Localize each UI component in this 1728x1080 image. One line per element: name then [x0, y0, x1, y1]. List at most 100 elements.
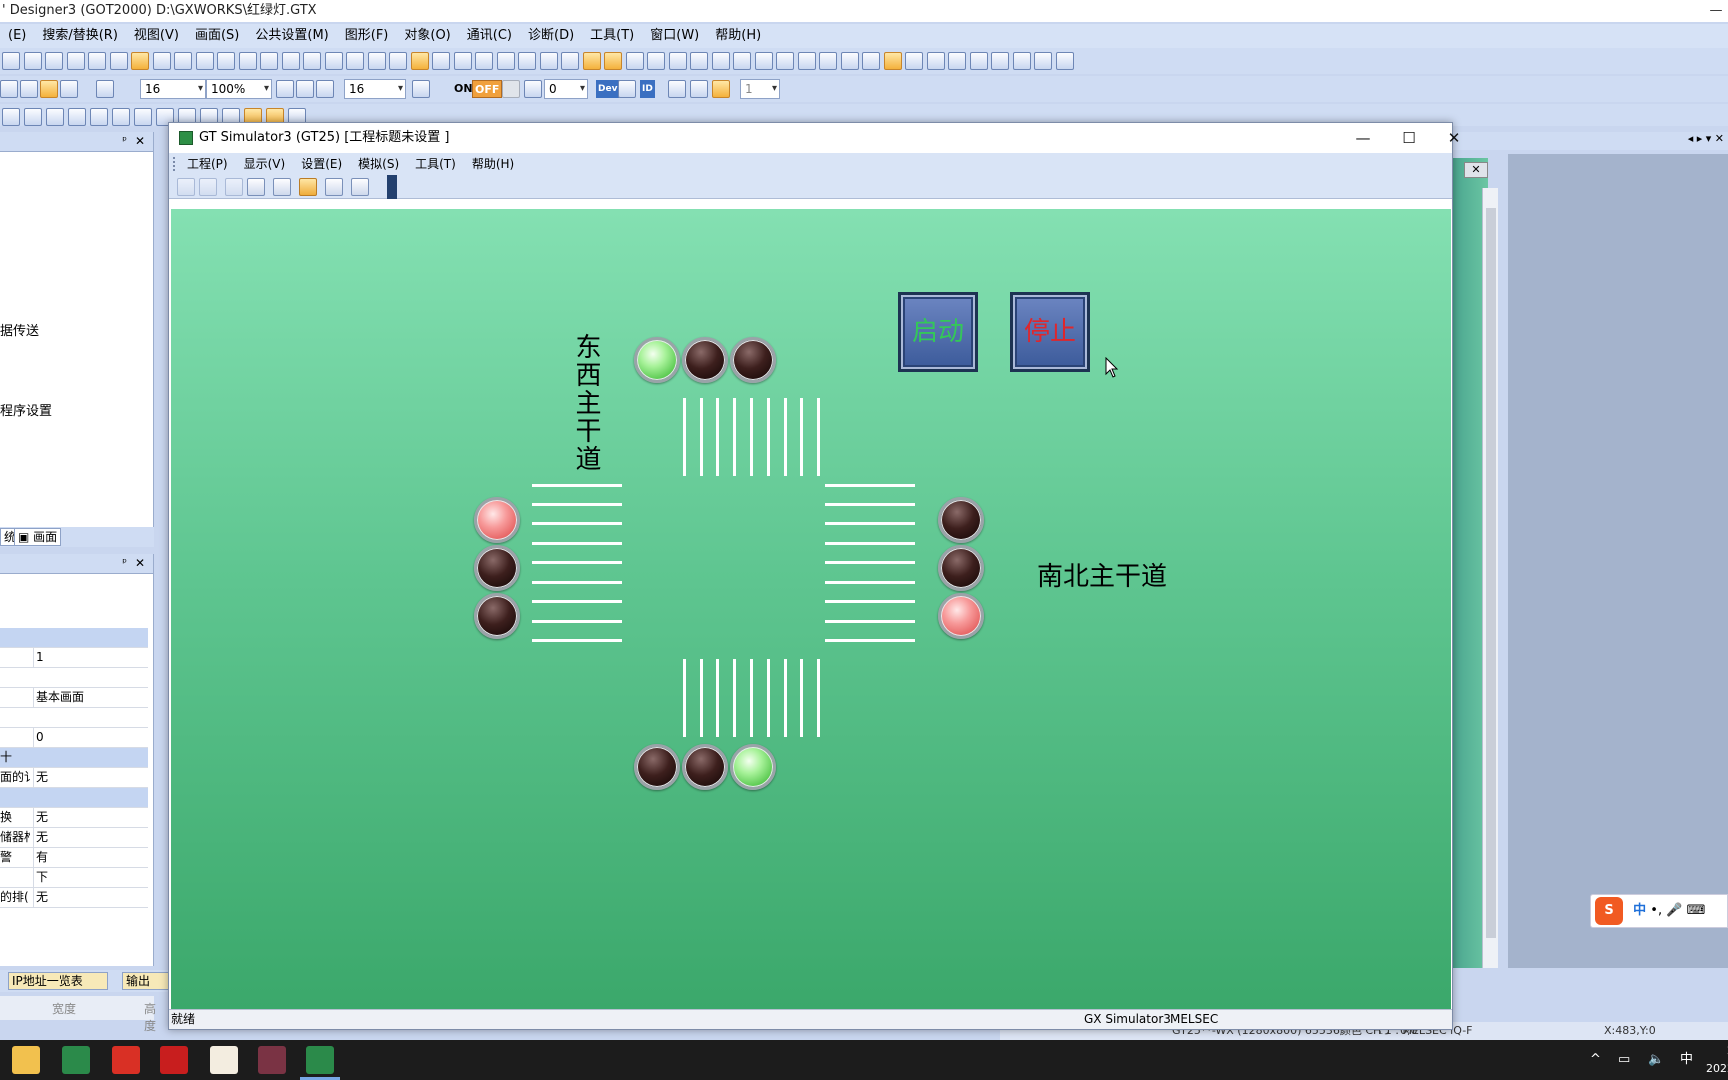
toolbar-tool-icon[interactable] [45, 52, 63, 70]
simulator-menu-item[interactable]: 模拟(S) [350, 153, 407, 175]
toolbar-tool-icon[interactable] [1034, 52, 1052, 70]
vertical-scrollbar[interactable] [1482, 188, 1498, 968]
window-cascade-icon[interactable] [690, 80, 708, 98]
wps-office-icon[interactable] [160, 1046, 188, 1074]
toolbar-tool-icon[interactable] [303, 52, 321, 70]
toolbar-tool-icon[interactable] [389, 52, 407, 70]
ime-language[interactable]: 中 [1633, 903, 1646, 918]
tray-expand-icon[interactable]: ^ [1590, 1040, 1601, 1080]
video-editor-icon[interactable] [258, 1046, 286, 1074]
toolbar-tool-icon[interactable] [819, 52, 837, 70]
back-icon[interactable] [0, 80, 18, 98]
outer-minimize-button[interactable]: — [1704, 0, 1728, 22]
gt-simulator-taskbar-icon[interactable] [306, 1046, 334, 1074]
window-tile-icon[interactable] [668, 80, 686, 98]
property-value[interactable]: 1 [33, 648, 44, 667]
property-row[interactable]: 1 [0, 648, 148, 668]
toolbar-tool-icon[interactable] [862, 52, 880, 70]
tab-screen[interactable]: ▣ 画面 [14, 528, 62, 546]
arrow-right-icon[interactable] [524, 80, 542, 98]
pin-icon[interactable]: ᵖ [122, 556, 127, 569]
outer-menu-item[interactable]: 搜索/替换(R) [34, 24, 126, 48]
outer-menu-item[interactable]: 帮助(H) [707, 24, 769, 48]
outer-menu-item[interactable]: 窗口(W) [642, 24, 707, 48]
toolbar-tool-icon[interactable] [174, 52, 192, 70]
clock[interactable]: 2 2022 [1706, 1040, 1728, 1080]
folder-open-icon[interactable] [299, 178, 317, 196]
simulator-menu-item[interactable]: 工具(T) [407, 153, 464, 175]
property-value[interactable]: 基本画面 [33, 688, 84, 707]
outer-menu-item[interactable]: (E) [0, 24, 34, 48]
toolbar-tool-icon[interactable] [90, 108, 108, 126]
toolbar-tool-icon[interactable] [131, 52, 149, 70]
toolbar-tool-icon[interactable] [134, 108, 152, 126]
tab-scroll-arrows-icon[interactable]: ◂ ▸ ▾ ✕ [1688, 132, 1724, 145]
pin-icon[interactable]: ᵖ [122, 134, 127, 147]
toolbar-tool-icon[interactable] [410, 52, 429, 70]
ime-indicator[interactable]: 中 [1680, 1040, 1693, 1080]
toolbar-tool-icon[interactable] [754, 52, 773, 70]
toolbar-tool-icon[interactable] [260, 52, 278, 70]
toolbar-tool-icon[interactable] [647, 52, 665, 70]
simulator-menu-item[interactable]: 工程(P) [179, 153, 236, 175]
ime-punctuation[interactable]: •, [1650, 903, 1662, 918]
tree-item-data-transfer[interactable]: 据传送 [0, 320, 39, 339]
device-monitor-icon[interactable] [247, 178, 265, 196]
media-player-icon[interactable] [210, 1046, 238, 1074]
grid-icon[interactable] [412, 80, 430, 98]
id-button[interactable]: ID [640, 80, 655, 98]
tree-item-program-settings[interactable]: 程序设置 [0, 400, 52, 419]
minimize-button[interactable]: — [1340, 123, 1386, 153]
toolbar-tool-icon[interactable] [905, 52, 923, 70]
keyboard-icon[interactable] [351, 178, 369, 196]
simulator-menu-item[interactable]: 设置(E) [293, 153, 350, 175]
toolbar-tool-icon[interactable] [926, 52, 945, 70]
toolbar-tool-icon[interactable] [152, 52, 171, 70]
zoom-in-icon[interactable] [276, 80, 294, 98]
property-value[interactable]: 下 [33, 868, 48, 887]
toolbar-tool-icon[interactable] [539, 52, 558, 70]
property-row[interactable]: 下 [0, 868, 148, 888]
font-size-combo[interactable]: 16 [140, 79, 206, 99]
scrollbar-thumb[interactable] [1486, 208, 1496, 938]
toolbar-tool-icon[interactable] [367, 52, 386, 70]
toolbar-tool-icon[interactable] [711, 52, 730, 70]
property-category-row[interactable] [0, 628, 148, 648]
toolbar-tool-icon[interactable] [2, 52, 20, 70]
gx-works-icon[interactable] [62, 1046, 90, 1074]
stop-button[interactable]: 停止 [1010, 292, 1090, 372]
device-button[interactable]: Dev [596, 80, 620, 98]
grid-size-combo[interactable]: 16 [344, 79, 406, 99]
toolbar-tool-icon[interactable] [453, 52, 472, 70]
toolbar-tool-icon[interactable] [776, 52, 794, 70]
select-mode-icon[interactable] [40, 80, 58, 98]
toolbar-tool-icon[interactable] [238, 52, 257, 70]
outer-menu-item[interactable]: 诊断(D) [520, 24, 582, 48]
property-category-row[interactable] [0, 788, 148, 808]
property-category-row[interactable]: 十 [0, 748, 148, 768]
file-explorer-icon[interactable] [12, 1046, 40, 1074]
property-value[interactable]: 无 [33, 828, 48, 847]
search-device-icon[interactable] [273, 178, 291, 196]
outer-menu-item[interactable]: 工具(T) [582, 24, 642, 48]
property-value[interactable]: 有 [33, 848, 48, 867]
toolbar-tool-icon[interactable] [582, 52, 601, 70]
toolbar-tool-icon[interactable] [23, 52, 42, 70]
zoom-out-icon[interactable] [296, 80, 314, 98]
property-row[interactable]: 0 [0, 728, 148, 748]
toolbar-tool-icon[interactable] [1055, 52, 1074, 70]
toolbar-tool-icon[interactable] [991, 52, 1009, 70]
toolbar-tool-icon[interactable] [324, 52, 343, 70]
toolbar-tool-icon[interactable] [969, 52, 988, 70]
zoom-area-icon[interactable] [96, 80, 114, 98]
close-icon[interactable]: ✕ [135, 556, 145, 570]
property-row[interactable]: 的排(无 [0, 888, 148, 908]
microphone-icon[interactable]: 🎤 [1666, 903, 1682, 918]
fill-color-icon[interactable] [60, 80, 78, 98]
toolbar-tool-icon[interactable] [281, 52, 300, 70]
toolbar-tool-icon[interactable] [195, 52, 214, 70]
outer-menu-item[interactable]: 视图(V) [126, 24, 187, 48]
toolbar-tool-icon[interactable] [561, 52, 579, 70]
arrow-left-icon[interactable] [502, 80, 520, 98]
property-row[interactable]: 储器柞无 [0, 828, 148, 848]
